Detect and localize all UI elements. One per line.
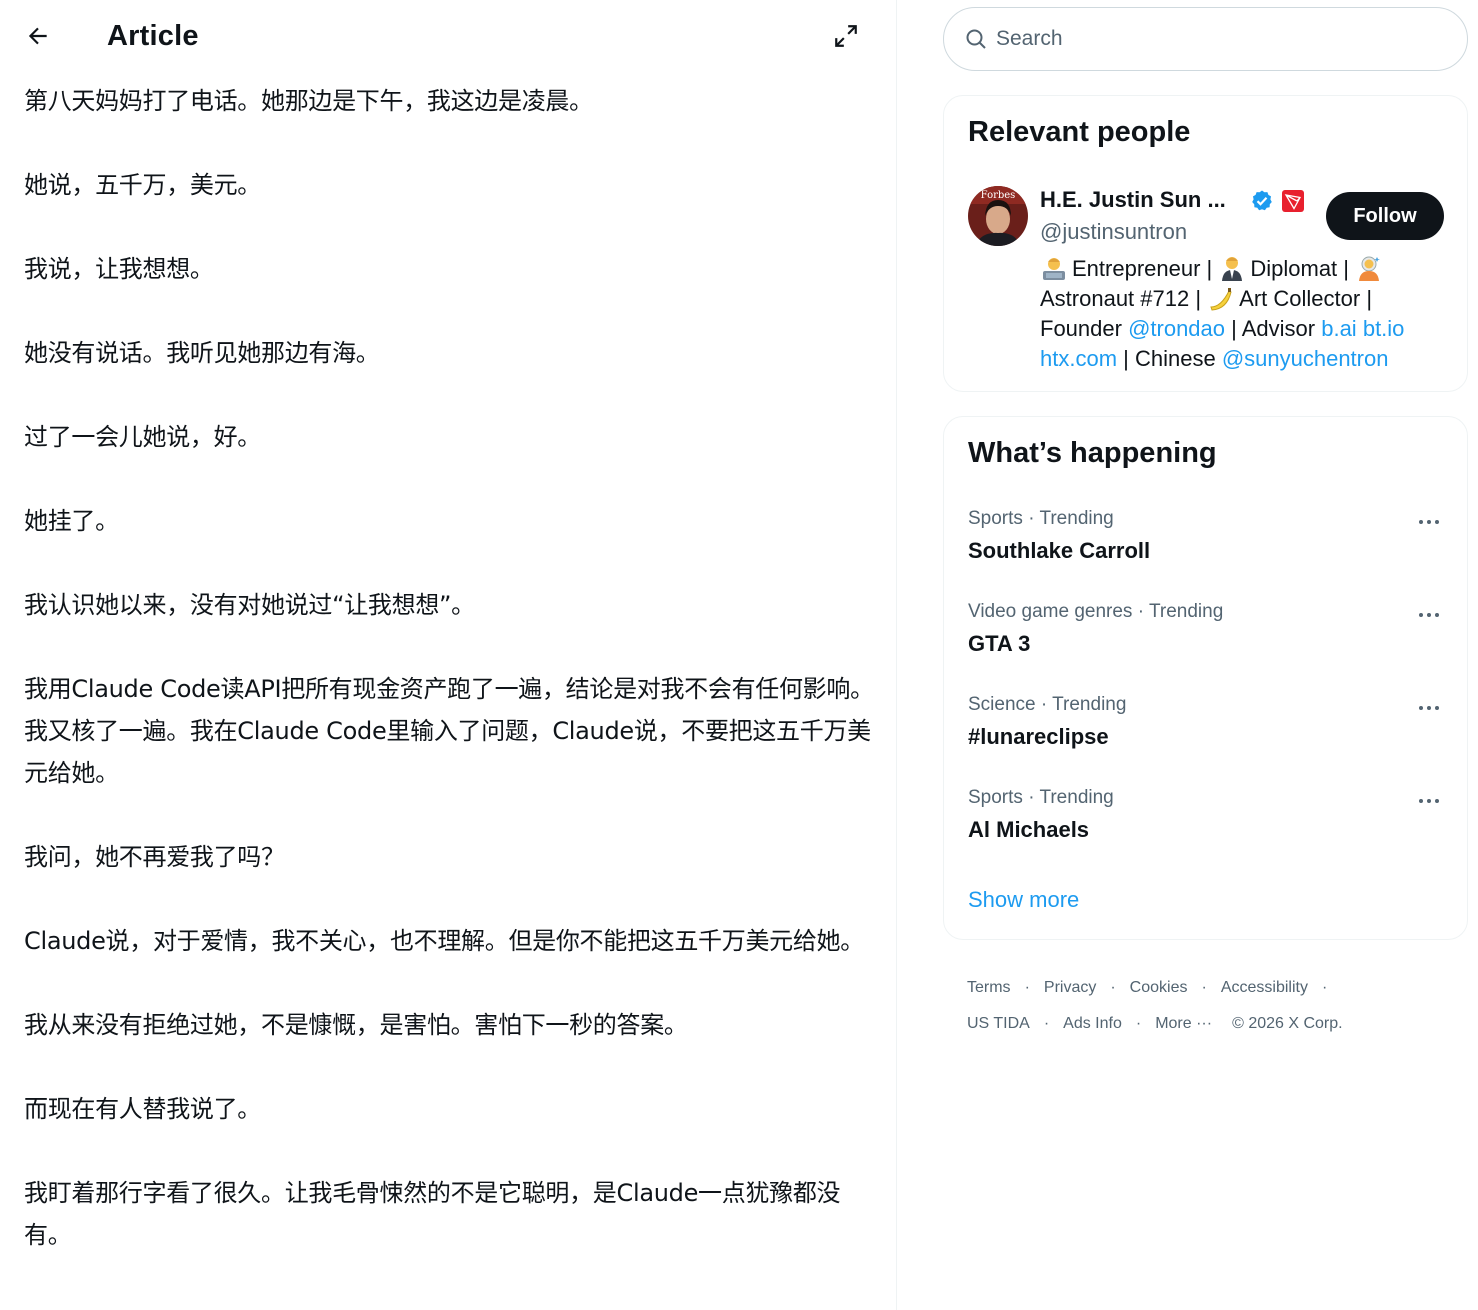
- man-office-worker-emoji-icon: [1222, 257, 1243, 281]
- banana-emoji-icon: [1210, 288, 1232, 311]
- trend-name: #lunareclipse: [968, 724, 1109, 749]
- article-paragraph: 她说，五千万，美元。: [24, 171, 261, 199]
- bio-link-bai[interactable]: b.ai: [1321, 316, 1356, 341]
- trend-item[interactable]: Sports · Trending Al Michaels: [944, 786, 1467, 879]
- avatar-image: Forbes: [968, 186, 1028, 246]
- article-header: Article: [0, 0, 896, 72]
- arrow-left-icon: [28, 27, 47, 45]
- back-button[interactable]: [18, 16, 58, 56]
- trend-name: GTA 3: [968, 631, 1031, 656]
- article-column: Article 第八天妈妈打了电话。她那边是下午，我这边是凌晨。 她说，五千万，…: [0, 0, 897, 1310]
- man-astronaut-emoji-icon: [1359, 256, 1381, 281]
- person-handle: @justinsuntron: [1040, 219, 1188, 244]
- follow-button[interactable]: Follow: [1326, 192, 1444, 240]
- footer-accessibility-link[interactable]: Accessibility: [1221, 979, 1308, 996]
- expand-icon: [835, 25, 857, 47]
- trend-item[interactable]: Science · Trending #lunareclipse: [944, 693, 1467, 786]
- bio-link-trondao[interactable]: @trondao: [1128, 316, 1225, 341]
- more-horizontal-icon: [1419, 613, 1439, 617]
- trend-more-button[interactable]: [1414, 604, 1444, 626]
- tron-affiliate-icon: [1282, 190, 1304, 212]
- article-paragraph: 她没有说话。我听见她那边有海。: [24, 339, 380, 367]
- article-paragraph: 我说，让我想想。: [24, 255, 214, 283]
- footer-more-link[interactable]: More ···: [1155, 1015, 1212, 1032]
- article-body: 第八天妈妈打了电话。她那边是下午，我这边是凌晨。 她说，五千万，美元。 我说，让…: [24, 80, 874, 1298]
- bio-link-htx[interactable]: htx.com: [1040, 346, 1117, 371]
- relevant-people-card: Relevant people Forbes H.E. Justin Sun .…: [943, 95, 1468, 392]
- person-bio: Entrepreneur | Diplomat | Astronaut #712…: [1040, 256, 1405, 371]
- whats-happening-title: What’s happening: [968, 437, 1217, 469]
- trend-more-button[interactable]: [1414, 697, 1444, 719]
- trend-item[interactable]: Video game genres · Trending GTA 3: [944, 600, 1467, 693]
- trend-meta: Sports · Trending: [968, 508, 1114, 529]
- trend-more-button[interactable]: [1414, 790, 1444, 812]
- article-paragraph: 而现在有人替我说了。: [24, 1095, 261, 1123]
- article-paragraph: 过了一会儿她说，好。: [24, 423, 261, 451]
- article-paragraph: 我用Claude Code读API把所有现金资产跑了一遍，结论是对我不会有任何影…: [24, 675, 874, 787]
- footer-us-tida-link[interactable]: US TIDA: [967, 1015, 1030, 1032]
- show-more-link[interactable]: Show more: [968, 887, 1079, 913]
- trend-more-button[interactable]: [1414, 511, 1444, 533]
- more-horizontal-icon: [1419, 706, 1439, 710]
- sidebar-footer: Terms · Privacy · Cookies · Accessibility · US …: [967, 979, 1343, 1032]
- bio-link-sunyuchentron[interactable]: @sunyuchentron: [1222, 346, 1389, 371]
- footer-copyright: © 2026 X Corp.: [1232, 1015, 1343, 1032]
- search-icon: [966, 29, 986, 49]
- article-paragraph: 第八天妈妈打了电话。她那边是下午，我这边是凌晨。: [24, 87, 593, 115]
- article-paragraph: 我问，她不再爱我了吗？: [24, 843, 285, 871]
- avatar[interactable]: Forbes: [968, 186, 1028, 246]
- trend-meta: Sports · Trending: [968, 787, 1114, 808]
- trend-meta: Science · Trending: [968, 694, 1127, 715]
- relevant-people-title: Relevant people: [968, 116, 1191, 148]
- article-paragraph: 我认识她以来，没有对她说过“让我想想”。: [24, 591, 475, 619]
- footer-cookies-link[interactable]: Cookies: [1130, 979, 1188, 996]
- trend-name: Southlake Carroll: [968, 538, 1151, 563]
- article-paragraph: 她挂了。: [24, 507, 119, 535]
- more-horizontal-icon: [1419, 520, 1439, 524]
- bio-link-btio[interactable]: bt.io: [1363, 316, 1405, 341]
- whats-happening-card: What’s happening Sports · Trending South…: [943, 416, 1468, 940]
- page-title: Article: [107, 20, 199, 52]
- footer-ads-info-link[interactable]: Ads Info: [1063, 1015, 1122, 1032]
- trend-meta: Video game genres · Trending: [968, 601, 1224, 622]
- article-paragraph: Claude说，对于爱情，我不关心，也不理解。但是你不能把这五千万美元给她。: [24, 927, 864, 955]
- person-name[interactable]: H.E. Justin Sun ...: [1040, 186, 1226, 214]
- man-technologist-emoji-icon: [1043, 258, 1065, 280]
- trend-name: Al Michaels: [968, 817, 1090, 842]
- more-horizontal-icon: [1419, 799, 1439, 803]
- verified-badge-icon: [1252, 190, 1272, 211]
- search-input[interactable]: [996, 27, 1436, 51]
- article-paragraph: 我盯着那行字看了很久。让我毛骨悚然的不是它聪明，是Claude一点犹豫都没有。: [24, 1179, 841, 1249]
- article-paragraph: 我从来没有拒绝过她，不是慷慨，是害怕。害怕下一秒的答案。: [24, 1011, 688, 1039]
- expand-button[interactable]: [826, 16, 866, 56]
- trend-item[interactable]: Sports · Trending Southlake Carroll: [944, 507, 1467, 600]
- footer-terms-link[interactable]: Terms: [967, 979, 1011, 996]
- footer-privacy-link[interactable]: Privacy: [1044, 979, 1096, 996]
- svg-text:Forbes: Forbes: [981, 190, 1016, 201]
- search-box[interactable]: [943, 7, 1468, 71]
